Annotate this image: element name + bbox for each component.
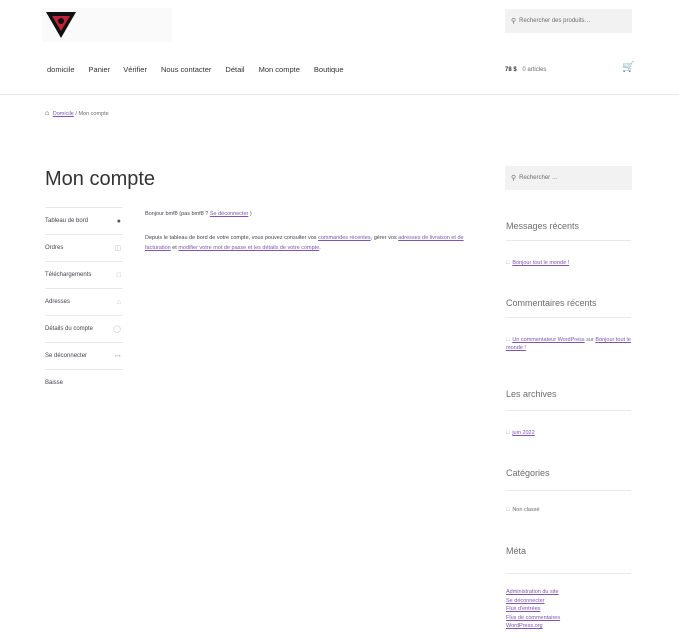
cart-icon: ◫ bbox=[114, 245, 121, 252]
nav-item-verifier[interactable]: Vérifier bbox=[123, 65, 147, 74]
archives-divider bbox=[506, 410, 631, 411]
meta-heading: Méta bbox=[506, 546, 527, 556]
recent-posts-heading: Messages récents bbox=[506, 221, 580, 231]
breadcrumb-current: Mon compte bbox=[78, 111, 109, 117]
home-icon: ⌂ bbox=[45, 110, 50, 117]
categories-heading: Catégories bbox=[506, 468, 550, 478]
account-nav-label: Tableau de bord bbox=[45, 218, 89, 224]
search-icon: ⚲ bbox=[511, 18, 517, 25]
account-nav-baisse[interactable]: Baisse bbox=[45, 369, 123, 396]
comment-on-text: sur bbox=[586, 337, 594, 343]
account-nav-label: Détails du compte bbox=[45, 326, 94, 332]
file-icon: □ bbox=[116, 272, 121, 279]
archives-heading: Les archives bbox=[506, 389, 557, 399]
recent-comment-item: □ Un commentateur WordPress sur Bonjour t… bbox=[506, 336, 631, 352]
account-nav-label: Baisse bbox=[45, 380, 64, 386]
post-icon: □ bbox=[506, 260, 510, 266]
site-logo[interactable] bbox=[42, 8, 172, 42]
page-title: Mon compte bbox=[45, 168, 156, 190]
category-item[interactable]: □ Non classé bbox=[506, 506, 540, 514]
meta-link-logout[interactable]: Se déconnecter bbox=[506, 597, 560, 606]
sidebar-search-input[interactable]: ⚲ Rechercher … bbox=[505, 166, 632, 190]
account-content: Bonjour bmf8 (pas bmf8 ? Se déconnecter … bbox=[145, 209, 485, 267]
account-nav-addresses[interactable]: Adresses ⌂ bbox=[45, 288, 123, 315]
archive-link[interactable]: juin 2022 bbox=[512, 430, 534, 436]
categories-divider bbox=[506, 490, 631, 491]
sidebar-search-placeholder: Rechercher … bbox=[519, 175, 558, 181]
nav-item-boutique[interactable]: Boutique bbox=[314, 65, 344, 74]
cart-count: 0 articles bbox=[522, 67, 547, 73]
account-nav-label: Ordres bbox=[45, 245, 64, 251]
meta-link-wordpress[interactable]: WordPress.org bbox=[506, 622, 560, 631]
folder-icon: □ bbox=[506, 507, 510, 513]
meta-link-comments-feed[interactable]: Flux de commentaires bbox=[506, 614, 560, 623]
breadcrumb-separator: / bbox=[75, 111, 77, 117]
greeting-close: ) bbox=[249, 211, 252, 217]
dashboard-intro: Depuis le tableau de bord de votre compt… bbox=[145, 233, 485, 253]
greeting: Bonjour bmf8 (pas bmf8 ? Se déconnecter … bbox=[145, 209, 485, 219]
account-nav-logout[interactable]: Se déconnecter ↦ bbox=[45, 342, 123, 369]
logo-icon bbox=[46, 12, 76, 38]
breadcrumb-home[interactable]: Domicile bbox=[53, 111, 74, 117]
logout-icon: ↦ bbox=[115, 353, 121, 360]
breadcrumb: ⌂ Domicile / Mon compte bbox=[45, 110, 109, 117]
account-navigation: Tableau de bord ● Ordres ◫ Téléchargemen… bbox=[45, 207, 123, 396]
product-search-input[interactable]: ⚲ Rechercher des produits… bbox=[505, 9, 632, 33]
edit-account-link[interactable]: modifier votre mot de passe et les détai… bbox=[178, 245, 319, 251]
intro-text: Depuis le tableau de bord de votre compt… bbox=[145, 235, 317, 241]
nav-item-domicile[interactable]: domicile bbox=[47, 65, 75, 74]
intro-end: . bbox=[319, 245, 321, 251]
recent-comments-divider bbox=[506, 317, 631, 318]
account-nav-downloads[interactable]: Téléchargements □ bbox=[45, 261, 123, 288]
account-nav-orders[interactable]: Ordres ◫ bbox=[45, 234, 123, 261]
recent-post-link[interactable]: Bonjour tout le monde ! bbox=[512, 260, 569, 266]
archive-icon: □ bbox=[506, 430, 510, 436]
header-divider bbox=[0, 94, 679, 95]
nav-item-panier[interactable]: Panier bbox=[89, 65, 111, 74]
logout-link[interactable]: Se déconnecter bbox=[210, 211, 249, 217]
recent-comments-heading: Commentaires récents bbox=[506, 298, 597, 308]
home-icon: ⌂ bbox=[116, 299, 121, 306]
meta-link-admin[interactable]: Administration du site bbox=[506, 588, 560, 597]
account-nav-dashboard[interactable]: Tableau de bord ● bbox=[45, 207, 123, 234]
cart-summary[interactable]: 78 $ 0 articles bbox=[505, 67, 546, 73]
comment-author-link[interactable]: Un commentateur WordPress bbox=[512, 337, 584, 343]
recent-post-item[interactable]: □ Bonjour tout le monde ! bbox=[506, 259, 569, 267]
nav-item-contact[interactable]: Nous contacter bbox=[161, 65, 211, 74]
basket-icon[interactable]: 🛒 bbox=[622, 62, 634, 73]
archive-item[interactable]: □ juin 2022 bbox=[506, 429, 535, 437]
recent-orders-link[interactable]: commandes récentes bbox=[318, 235, 371, 241]
primary-nav: domicile Panier Vérifier Nous contacter … bbox=[47, 65, 344, 74]
dashboard-icon: ● bbox=[116, 218, 121, 225]
search-icon: ⚲ bbox=[511, 175, 517, 182]
search-placeholder: Rechercher des produits… bbox=[519, 18, 591, 24]
recent-posts-divider bbox=[506, 240, 631, 241]
intro-text-3: et bbox=[172, 245, 177, 251]
category-link[interactable]: Non classé bbox=[512, 507, 539, 513]
account-nav-details[interactable]: Détails du compte ◯ bbox=[45, 315, 123, 342]
user-icon: ◯ bbox=[113, 326, 121, 333]
nav-item-detail[interactable]: Détail bbox=[225, 65, 244, 74]
greeting-text: Bonjour bmf8 (pas bmf8 ? bbox=[145, 211, 209, 217]
meta-link-entries-feed[interactable]: Flux d'entrées bbox=[506, 605, 560, 614]
comment-icon: □ bbox=[506, 337, 510, 343]
intro-text-2: , gérer vos bbox=[370, 235, 397, 241]
account-nav-label: Se déconnecter bbox=[45, 353, 88, 359]
meta-divider bbox=[506, 573, 631, 574]
nav-item-mon-compte[interactable]: Mon compte bbox=[259, 65, 300, 74]
account-nav-label: Adresses bbox=[45, 299, 71, 305]
meta-links: Administration du site Se déconnecter Fl… bbox=[506, 588, 560, 631]
cart-amount: 78 $ bbox=[505, 67, 517, 73]
account-nav-label: Téléchargements bbox=[45, 272, 92, 278]
